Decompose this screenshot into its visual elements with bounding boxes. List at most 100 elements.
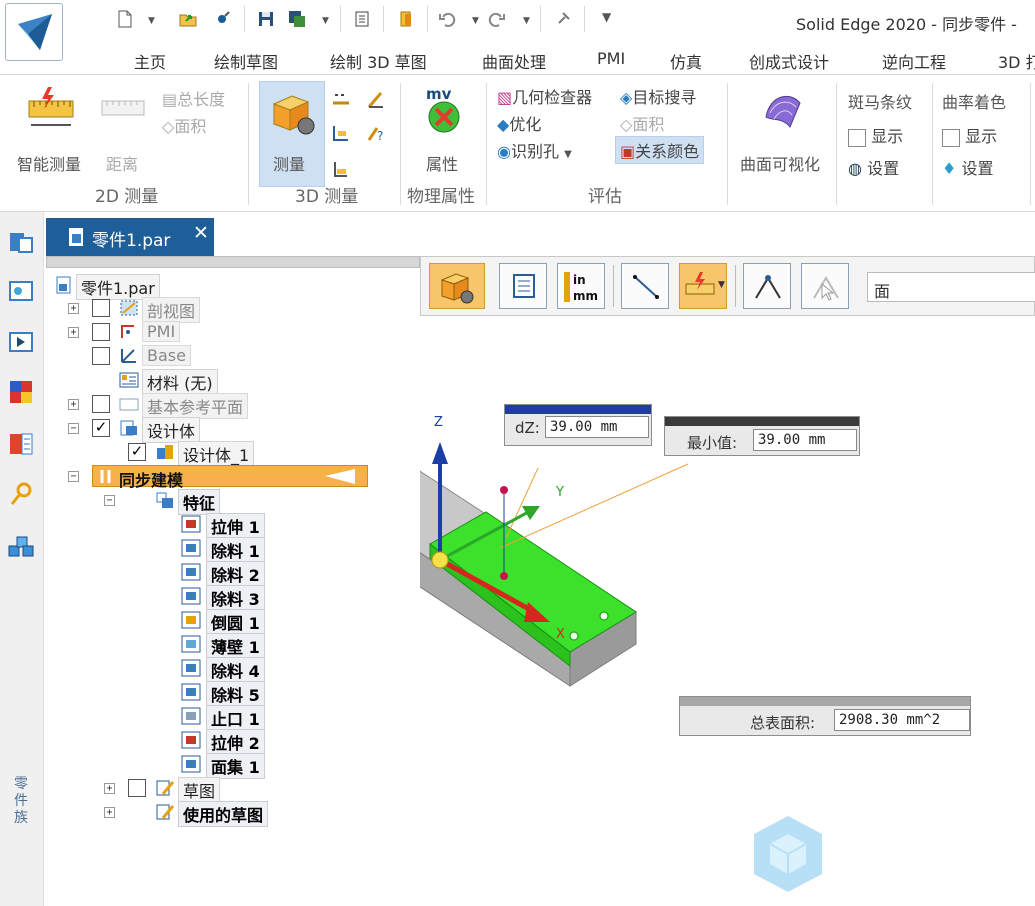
measure-mode-button[interactable] xyxy=(429,263,485,309)
optimize-button[interactable]: ◆优化 xyxy=(497,111,541,135)
tab-home[interactable]: 主页 xyxy=(134,49,166,73)
curvature-show-checkbox[interactable] xyxy=(942,128,960,147)
save-icon[interactable] xyxy=(256,9,276,29)
feature-playback-icon[interactable] xyxy=(7,328,35,356)
smart-measure-dropdown-icon[interactable]: ▼ xyxy=(718,280,725,290)
visibility-checkbox[interactable]: ✓ xyxy=(128,443,146,461)
curvature-show-toggle[interactable]: 显示 xyxy=(942,123,997,147)
min-value-box[interactable]: 最小值: 39.00 mm xyxy=(664,416,860,456)
select-filter-button[interactable] xyxy=(801,263,849,309)
expand-icon[interactable]: + xyxy=(104,807,115,818)
tab-surfacing[interactable]: 曲面处理 xyxy=(482,49,546,73)
redo-dropdown-icon[interactable]: ▼ xyxy=(523,16,530,26)
target-search-button[interactable]: ◈目标搜寻 xyxy=(620,84,696,108)
surface-visualization-label[interactable]: 曲面可视化 xyxy=(740,151,820,175)
steering-wheel-origin[interactable] xyxy=(431,551,449,569)
zebra-show-toggle[interactable]: 显示 xyxy=(848,123,903,147)
collapse-icon[interactable]: − xyxy=(68,423,79,434)
inquire-icon[interactable]: ? xyxy=(366,123,386,143)
zebra-show-checkbox[interactable] xyxy=(848,128,866,147)
total-area-value[interactable]: 2908.30 mm^2 xyxy=(834,709,970,731)
geometry-inspector-button[interactable]: ▧几何检查器 xyxy=(497,84,592,108)
recognize-holes-dropdown-icon[interactable]: ▼ xyxy=(564,149,572,160)
select-point-button[interactable] xyxy=(743,263,791,309)
properties-label[interactable]: 属性 xyxy=(426,151,458,175)
pathfinder-grip[interactable] xyxy=(46,256,420,268)
units-button[interactable]: in mm xyxy=(557,263,605,309)
measure-button[interactable]: 测量 xyxy=(259,81,325,187)
visibility-checkbox[interactable] xyxy=(128,779,146,797)
part-family-icon[interactable] xyxy=(7,532,35,560)
smart-measure-mode-button[interactable]: ▼ xyxy=(679,263,727,309)
visibility-checkbox[interactable] xyxy=(92,299,110,317)
customize-qat-icon[interactable]: ▼ xyxy=(602,10,611,24)
normal-distance-icon[interactable] xyxy=(331,123,351,143)
collapse-icon[interactable]: − xyxy=(104,495,115,506)
distance-icon[interactable] xyxy=(100,93,146,123)
smart-measure-icon[interactable] xyxy=(26,85,76,129)
tab-simulation[interactable]: 仿真 xyxy=(670,49,702,73)
save-all-icon[interactable] xyxy=(287,9,307,29)
dz-dimension-box[interactable]: dZ: 39.00 mm xyxy=(504,404,652,446)
visibility-checkbox[interactable] xyxy=(92,395,110,413)
pathfinder-tab-icon[interactable] xyxy=(7,228,35,256)
tool-point-bottom[interactable] xyxy=(500,572,508,580)
surface-visualization-icon[interactable] xyxy=(760,87,808,133)
properties-sheet-icon[interactable] xyxy=(352,9,372,29)
rollback-arrow-icon[interactable] xyxy=(325,469,355,484)
expand-icon[interactable]: + xyxy=(104,783,115,794)
line-measure-button[interactable] xyxy=(621,263,669,309)
recognize-holes-button[interactable]: ◉识别孔 ▼ xyxy=(497,138,572,162)
min-box-grip[interactable] xyxy=(665,417,859,426)
undo-icon[interactable] xyxy=(437,9,457,29)
color-manager-icon[interactable] xyxy=(7,378,35,406)
min-distance-icon[interactable] xyxy=(331,91,351,109)
new-file-icon[interactable] xyxy=(115,9,135,29)
tab-generative-design[interactable]: 创成式设计 xyxy=(749,49,829,73)
zebra-settings-button[interactable]: ◍ 设置 xyxy=(848,155,899,179)
distance-label[interactable]: 距离 xyxy=(106,151,138,175)
visibility-checkbox[interactable]: ✓ xyxy=(92,419,110,437)
layers-tab-icon[interactable] xyxy=(7,278,35,306)
total-area-box[interactable]: 总表面积: 2908.30 mm^2 xyxy=(679,696,971,736)
visibility-checkbox[interactable] xyxy=(92,323,110,341)
min-value-value[interactable]: 39.00 mm xyxy=(753,429,857,451)
collapse-icon[interactable]: − xyxy=(68,471,79,482)
total-length-button[interactable]: ▤总长度 xyxy=(162,86,225,110)
area-2d-button[interactable]: ◇面积 xyxy=(162,113,206,137)
sensors-icon[interactable] xyxy=(7,430,35,458)
tab-pmi[interactable]: PMI xyxy=(597,49,625,68)
area-eval-button[interactable]: ◇面积 xyxy=(620,111,664,135)
dz-box-grip[interactable] xyxy=(505,405,651,414)
options-button[interactable] xyxy=(499,263,547,309)
area-box-grip[interactable] xyxy=(680,697,970,706)
tool-point-top[interactable] xyxy=(500,486,508,494)
open-file-icon[interactable] xyxy=(178,9,198,29)
physical-properties-icon[interactable]: mv xyxy=(422,85,466,135)
part-family-label[interactable]: 零件族 xyxy=(14,776,30,827)
command-finder-icon[interactable] xyxy=(553,9,573,29)
redo-icon[interactable] xyxy=(487,9,507,29)
document-tab[interactable]: 零件1.par ✕ xyxy=(46,218,214,256)
visibility-checkbox[interactable] xyxy=(92,347,110,365)
curve-length-icon[interactable] xyxy=(331,159,351,179)
expand-icon[interactable]: + xyxy=(68,303,79,314)
dz-value[interactable]: 39.00 mm xyxy=(545,416,649,438)
tab-3d-print[interactable]: 3D 打 xyxy=(998,49,1035,73)
curvature-settings-button[interactable]: ♦ 设置 xyxy=(942,155,993,179)
select-type-field[interactable]: 面 xyxy=(867,272,1035,302)
close-document-icon[interactable]: ✕ xyxy=(193,222,209,244)
application-menu-button[interactable] xyxy=(5,3,63,61)
book-icon[interactable] xyxy=(396,9,416,29)
tab-sketch[interactable]: 绘制草图 xyxy=(214,49,278,73)
expand-icon[interactable]: + xyxy=(68,327,79,338)
new-dropdown-icon[interactable]: ▼ xyxy=(148,16,155,26)
tab-reverse-engineering[interactable]: 逆向工程 xyxy=(882,49,946,73)
hyperlink-icon[interactable] xyxy=(7,480,35,508)
undo-dropdown-icon[interactable]: ▼ xyxy=(472,16,479,26)
tree-item-sync-modeling[interactable]: − 同步建模 xyxy=(68,465,368,490)
angle-measure-icon[interactable] xyxy=(366,90,386,110)
relation-colors-button[interactable]: ▣关系颜色 xyxy=(615,136,705,164)
tab-3d-sketch[interactable]: 绘制 3D 草图 xyxy=(330,49,427,73)
save-dropdown-icon[interactable]: ▼ xyxy=(322,16,329,26)
